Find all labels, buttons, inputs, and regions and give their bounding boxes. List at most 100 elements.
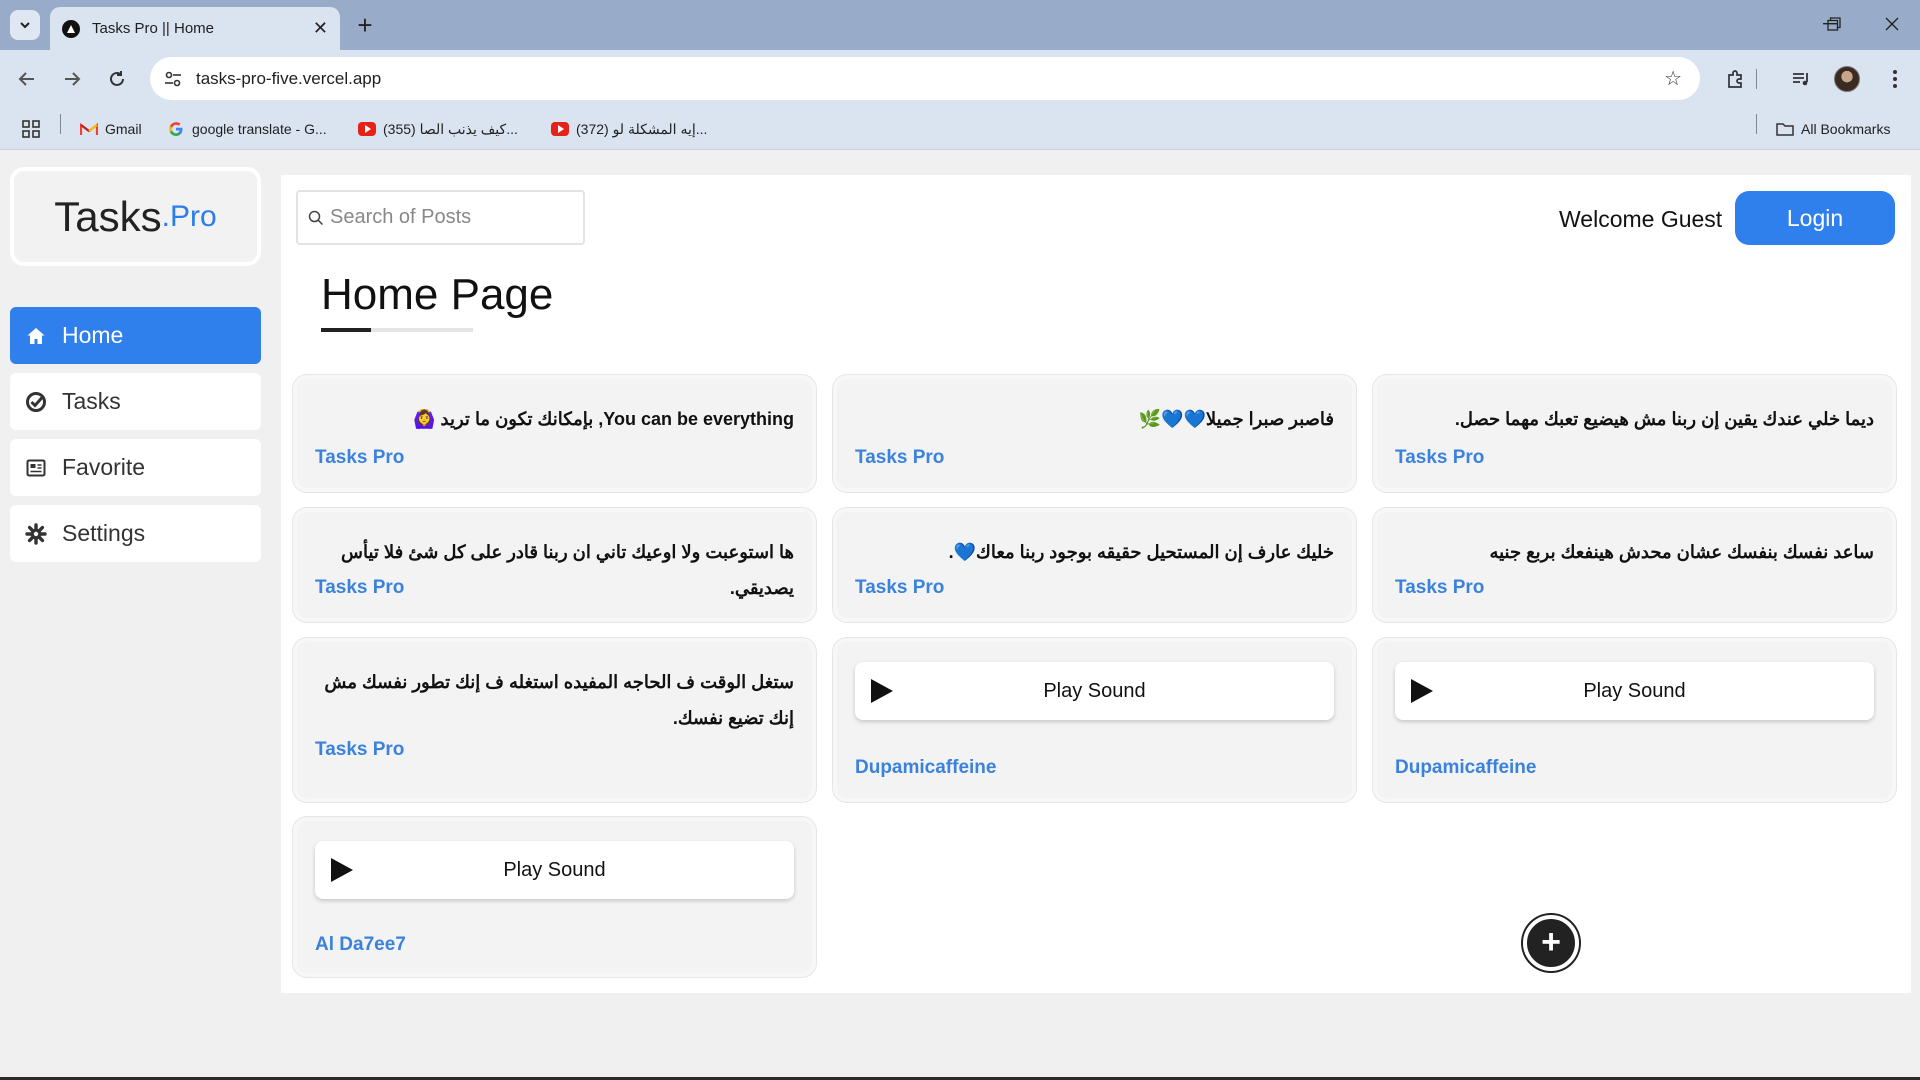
post-author[interactable]: Tasks Pro (315, 447, 404, 469)
newspaper-icon (24, 456, 48, 480)
gmail-icon (80, 122, 98, 136)
main-content: Search of Posts Welcome Guest Login Home… (281, 175, 1911, 993)
bookmark-label: Gmail (105, 121, 142, 137)
bookmark-label: (372) إيه المشكلة لو... (576, 120, 708, 137)
all-bookmarks[interactable]: All Bookmarks (1776, 118, 1890, 140)
bookmark-label: google translate - G... (192, 121, 327, 137)
post-text: ستغل الوقت ف الحاجه المفيده استغله ف إنك… (324, 672, 794, 728)
folder-icon (1776, 122, 1794, 136)
toolbar-divider (1756, 69, 1757, 89)
tab-title: Tasks Pro || Home (92, 20, 214, 37)
add-post-button[interactable]: + (1523, 915, 1579, 971)
bookmarks-divider (60, 114, 61, 134)
youtube-icon (551, 122, 569, 136)
sidebar-item-label: Tasks (62, 388, 121, 414)
play-sound-button[interactable]: Play Sound (1395, 662, 1874, 720)
address-bar[interactable]: tasks-pro-five.vercel.app ☆ (150, 57, 1700, 100)
sidebar-item-tasks[interactable]: Tasks (10, 373, 261, 430)
post-text: خليك عارف إن المستحيل حقيقه بوجود ربنا م… (948, 542, 1334, 562)
bookmark-youtube-1[interactable]: (355) كيف يذنب الصا... (358, 118, 518, 140)
post-card[interactable]: ستغل الوقت ف الحاجه المفيده استغله ف إنك… (293, 638, 816, 802)
login-button[interactable]: Login (1735, 191, 1895, 245)
play-sound-button[interactable]: Play Sound (855, 662, 1334, 720)
browser-tab-strip: Tasks Pro || Home ✕ + (0, 0, 1920, 50)
bookmark-label: (355) كيف يذنب الصا... (383, 120, 518, 137)
plus-icon: + (1541, 923, 1561, 961)
post-text: You can be everything, بإمكانك تكون ما ت… (413, 409, 794, 429)
site-info-icon[interactable] (158, 64, 188, 94)
browser-menu-icon[interactable] (1880, 64, 1910, 94)
browser-tab[interactable]: Tasks Pro || Home ✕ (50, 7, 340, 50)
youtube-icon (358, 122, 376, 136)
search-input[interactable]: Search of Posts (296, 190, 585, 245)
play-icon (331, 858, 353, 882)
sound-card[interactable]: Play Sound Dupamicaffeine (833, 638, 1356, 802)
app-logo[interactable]: Tasks .Pro (10, 167, 261, 266)
post-card[interactable]: ها استوعبت ولا اوعيك تاني ان ربنا قادر ع… (293, 508, 816, 622)
page-title: Home Page (321, 270, 554, 319)
profile-avatar[interactable] (1832, 64, 1862, 94)
logo-pro-text: .Pro (161, 199, 217, 233)
vercel-triangle-icon (62, 19, 80, 38)
post-author[interactable]: Tasks Pro (1395, 447, 1484, 469)
new-tab-button[interactable]: + (350, 10, 380, 40)
welcome-text: Welcome Guest (1559, 206, 1723, 232)
post-author[interactable]: Tasks Pro (1395, 577, 1484, 599)
post-card[interactable]: خليك عارف إن المستحيل حقيقه بوجود ربنا م… (833, 508, 1356, 622)
sidebar-item-favorite[interactable]: Favorite (10, 439, 261, 496)
post-author[interactable]: Tasks Pro (315, 739, 404, 761)
play-icon (871, 679, 893, 703)
play-sound-button[interactable]: Play Sound (315, 841, 794, 899)
sidebar-item-settings[interactable]: Settings (10, 505, 261, 562)
play-sound-label: Play Sound (1043, 679, 1146, 702)
gear-icon (24, 522, 48, 546)
post-author[interactable]: Tasks Pro (315, 577, 404, 599)
tab-close-icon[interactable]: ✕ (313, 18, 328, 39)
sidebar-item-label: Settings (62, 520, 146, 546)
post-author[interactable]: Dupamicaffeine (1395, 757, 1536, 779)
post-author[interactable]: Tasks Pro (855, 447, 944, 469)
all-bookmarks-label: All Bookmarks (1801, 121, 1891, 137)
tab-search-button[interactable] (10, 10, 40, 40)
bookmark-google-translate[interactable]: google translate - G... (167, 118, 327, 140)
check-circle-icon (24, 390, 48, 414)
title-underline (321, 328, 473, 332)
post-text: ساعد نفسك بنفسك عشان محدش هينفعك بربع جن… (1489, 542, 1874, 562)
media-control-icon[interactable] (1786, 64, 1816, 94)
sound-card[interactable]: Play Sound Al Da7ee7 (293, 817, 816, 977)
forward-arrow-icon[interactable] (57, 64, 87, 94)
apps-grid-icon[interactable] (22, 118, 40, 140)
post-card[interactable]: فاصبر صبرا جميلا💙💙🌿 Tasks Pro (833, 375, 1356, 492)
bookmarks-bar: Gmail google translate - G... (355) كيف … (0, 107, 1920, 150)
bookmark-gmail[interactable]: Gmail (80, 118, 142, 140)
reload-icon[interactable] (102, 64, 132, 94)
restore-window-icon[interactable] (1804, 0, 1864, 48)
post-card[interactable]: You can be everything, بإمكانك تكون ما ت… (293, 375, 816, 492)
play-sound-label: Play Sound (503, 858, 606, 881)
url-text: tasks-pro-five.vercel.app (196, 68, 382, 88)
post-author[interactable]: Dupamicaffeine (855, 757, 996, 779)
close-window-icon[interactable] (1862, 0, 1920, 48)
play-sound-label: Play Sound (1583, 679, 1686, 702)
post-card[interactable]: ساعد نفسك بنفسك عشان محدش هينفعك بربع جن… (1373, 508, 1896, 622)
search-placeholder: Search of Posts (330, 206, 472, 228)
logo-text: Tasks (54, 192, 162, 240)
play-icon (1411, 679, 1433, 703)
post-text: فاصبر صبرا جميلا💙💙🌿 (1138, 409, 1334, 429)
avatar (1834, 66, 1860, 92)
post-author[interactable]: Al Da7ee7 (315, 934, 406, 956)
post-card[interactable]: ديما خلي عندك يقين إن ربنا مش هيضيع تعبك… (1373, 375, 1896, 492)
bookmarks-divider (1756, 114, 1757, 134)
back-arrow-icon[interactable] (12, 64, 42, 94)
home-icon (24, 324, 48, 348)
post-text: ديما خلي عندك يقين إن ربنا مش هيضيع تعبك… (1454, 409, 1874, 429)
sidebar-item-label: Home (62, 322, 124, 348)
app-root: Tasks .Pro Home Tasks Favorite Settings … (0, 150, 1920, 1077)
post-author[interactable]: Tasks Pro (855, 577, 944, 599)
extensions-puzzle-icon[interactable] (1721, 64, 1751, 94)
bookmark-star-icon[interactable]: ☆ (1664, 66, 1682, 91)
bookmark-youtube-2[interactable]: (372) إيه المشكلة لو... (551, 118, 707, 140)
sound-card[interactable]: Play Sound Dupamicaffeine (1373, 638, 1896, 802)
sidebar-item-home[interactable]: Home (10, 307, 261, 364)
chevron-down-icon (20, 22, 30, 29)
